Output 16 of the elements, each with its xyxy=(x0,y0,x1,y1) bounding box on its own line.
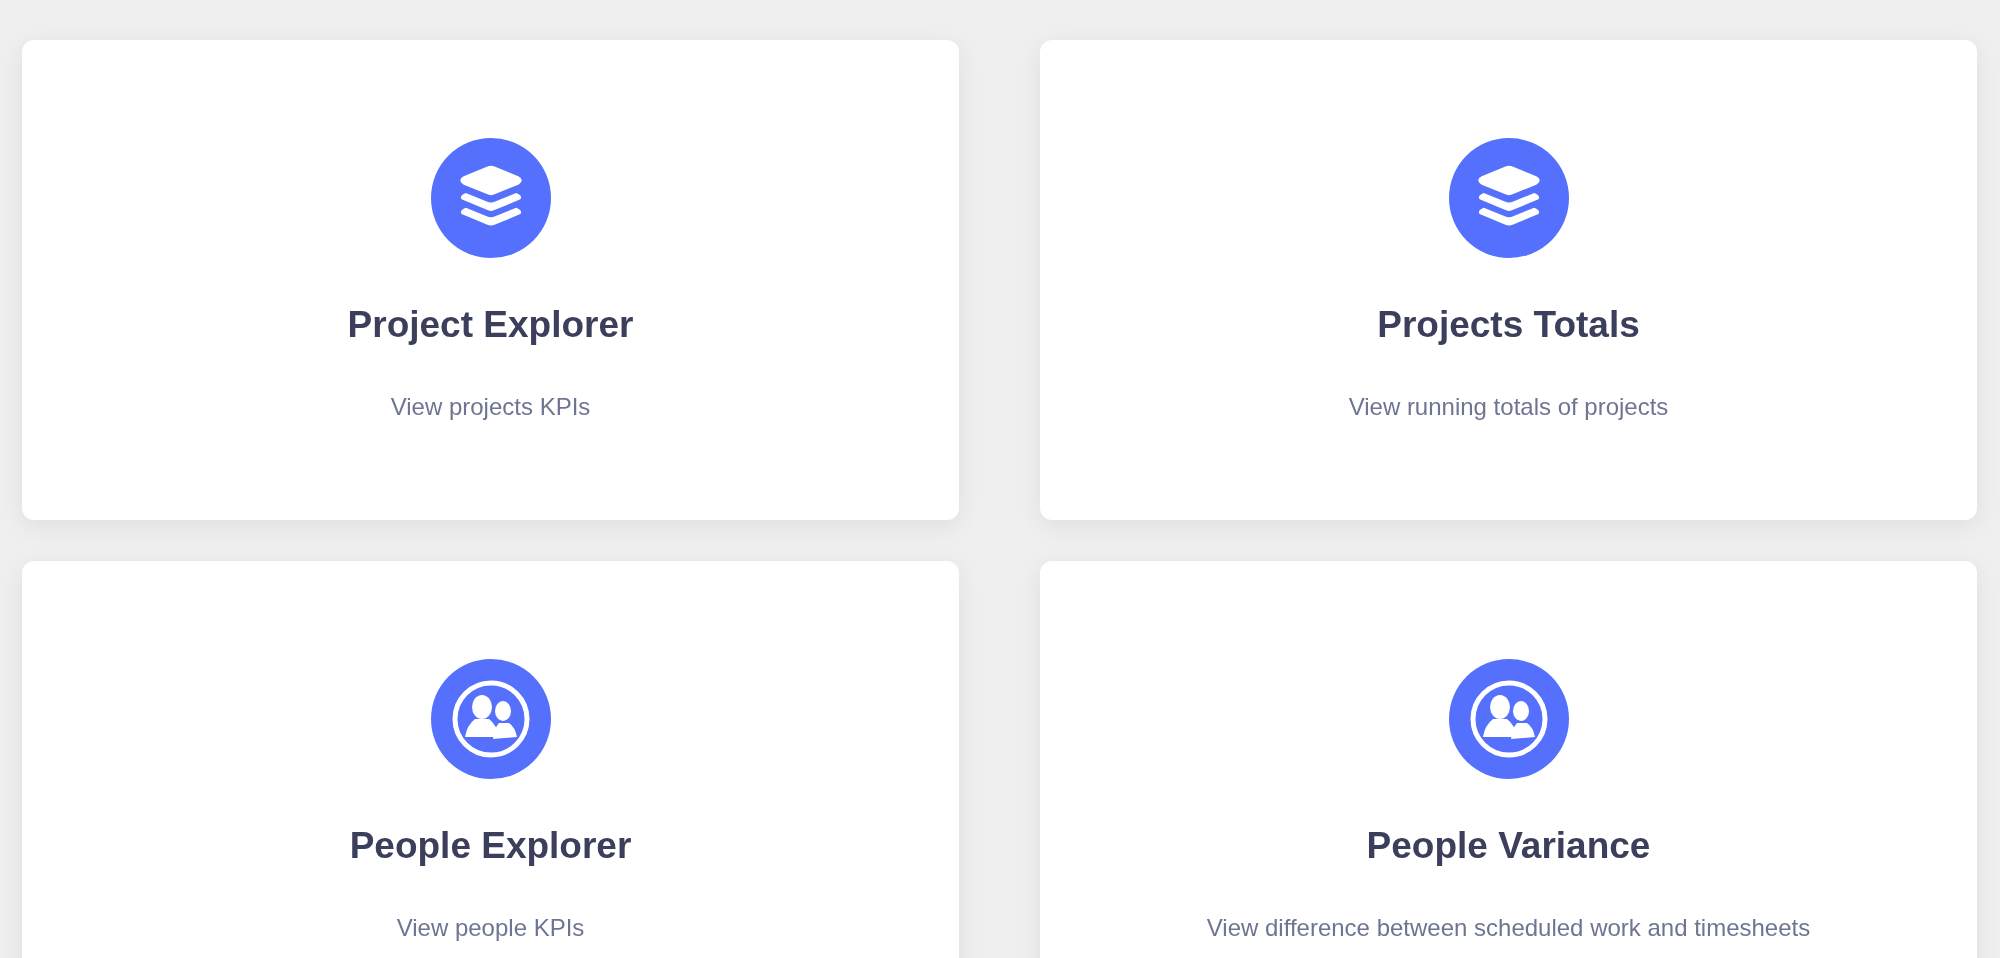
card-title: Project Explorer xyxy=(347,303,634,347)
card-title: Projects Totals xyxy=(1377,303,1640,347)
dashboard-card[interactable]: Projects Totals View running totals of projects xyxy=(1040,40,1977,520)
card-description: View people KPIs xyxy=(396,913,585,943)
people-icon xyxy=(1448,659,1569,779)
layers-icon xyxy=(1448,138,1569,258)
card-description: View running totals of projects xyxy=(1348,392,1669,422)
dashboard-card[interactable]: Project Explorer View projects KPIs xyxy=(22,40,959,520)
dashboard-card[interactable]: People Variance View difference between scheduled work and timesheets xyxy=(1040,561,1977,958)
card-title: People Variance xyxy=(1366,824,1651,868)
card-description: View projects KPIs xyxy=(390,392,591,422)
dashboard-card[interactable]: People Explorer View people KPIs xyxy=(22,561,959,958)
card-title: People Explorer xyxy=(349,824,632,868)
people-icon xyxy=(430,659,551,779)
card-description: View difference between scheduled work and timesheets xyxy=(1206,913,1811,943)
layers-icon xyxy=(430,138,551,258)
